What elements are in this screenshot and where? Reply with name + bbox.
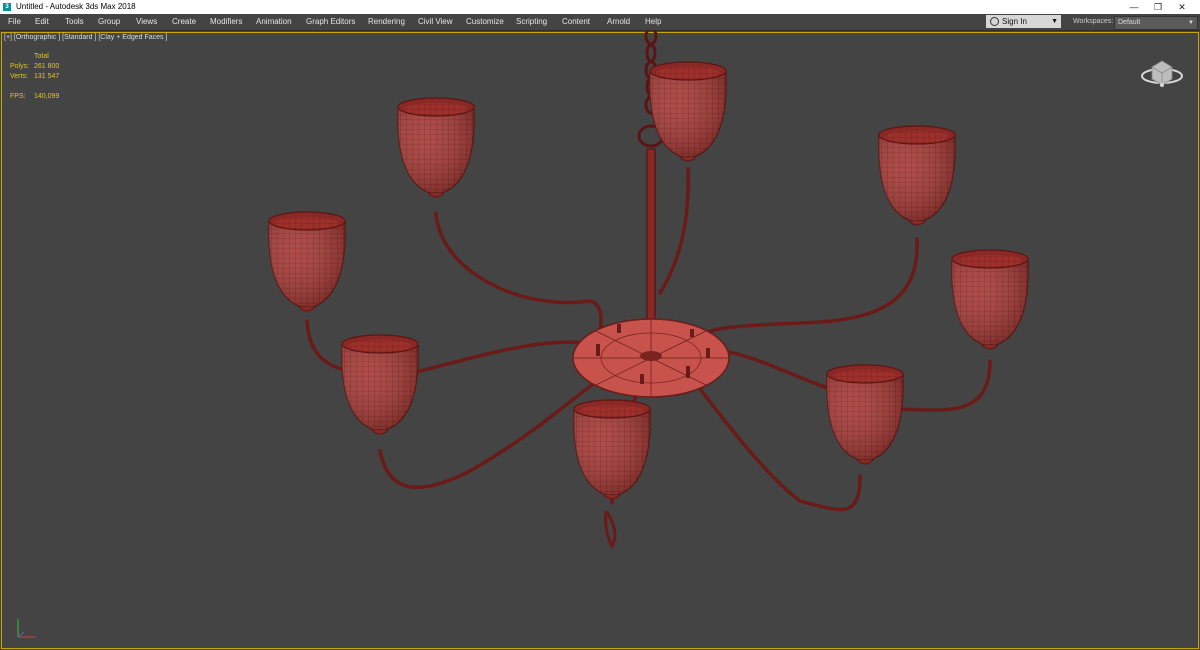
chevron-down-icon: ▼: [1188, 20, 1194, 26]
stats-header: Total: [34, 53, 49, 60]
axis-tripod-icon: [17, 619, 36, 638]
close-button[interactable]: ✕: [1160, 0, 1200, 14]
verts-label: Verts:: [10, 73, 28, 80]
menu-bar: File Edit Tools Group Views Create Modif…: [0, 14, 1200, 31]
menu-group[interactable]: Group: [98, 14, 120, 30]
viewport-label-menu[interactable]: [+] [Orthographic ] [Standard ] [Clay + …: [4, 34, 167, 41]
workspaces-value: Default: [1118, 19, 1141, 26]
viewcube-icon[interactable]: [1138, 49, 1188, 89]
menu-customize[interactable]: Customize: [466, 14, 504, 30]
sign-in-label: Sign In: [1002, 17, 1027, 26]
title-bar: 3 Untitled - Autodesk 3ds Max 2018 — ❐ ✕: [0, 0, 1200, 14]
polys-label: Polys:: [10, 63, 30, 70]
perspective-viewport[interactable]: [+] [Orthographic ] [Standard ] [Clay + …: [0, 31, 1200, 650]
menu-scripting[interactable]: Scripting: [516, 14, 547, 30]
menu-graph-editors[interactable]: Graph Editors: [306, 14, 355, 30]
menu-content[interactable]: Content: [562, 14, 590, 30]
menu-help[interactable]: Help: [645, 14, 661, 30]
sign-in-dropdown[interactable]: Sign In ▼: [986, 15, 1061, 28]
menu-file[interactable]: File: [8, 14, 21, 30]
user-icon: [990, 17, 999, 26]
menu-create[interactable]: Create: [172, 14, 196, 30]
chandelier-model[interactable]: [0, 31, 1200, 650]
menu-edit[interactable]: Edit: [35, 14, 49, 30]
fps-label: FPS:: [10, 93, 26, 100]
menu-modifiers[interactable]: Modifiers: [210, 14, 242, 30]
workspaces-select[interactable]: Default ▼: [1114, 16, 1198, 30]
verts-value: 131 547: [34, 73, 60, 80]
window-title: Untitled - Autodesk 3ds Max 2018: [16, 2, 136, 11]
menu-civil-view[interactable]: Civil View: [418, 14, 453, 30]
menu-rendering[interactable]: Rendering: [368, 14, 405, 30]
menu-tools[interactable]: Tools: [65, 14, 84, 30]
menu-arnold[interactable]: Arnold: [607, 14, 630, 30]
3ds-max-app-icon[interactable]: 3: [3, 3, 11, 11]
workspaces-label: Workspaces:: [1073, 18, 1114, 25]
menu-animation[interactable]: Animation: [256, 14, 292, 30]
polys-value: 261 800: [34, 63, 60, 70]
menu-views[interactable]: Views: [136, 14, 157, 30]
fps-value: 140,099: [34, 93, 60, 100]
chevron-down-icon: ▼: [1051, 18, 1058, 25]
